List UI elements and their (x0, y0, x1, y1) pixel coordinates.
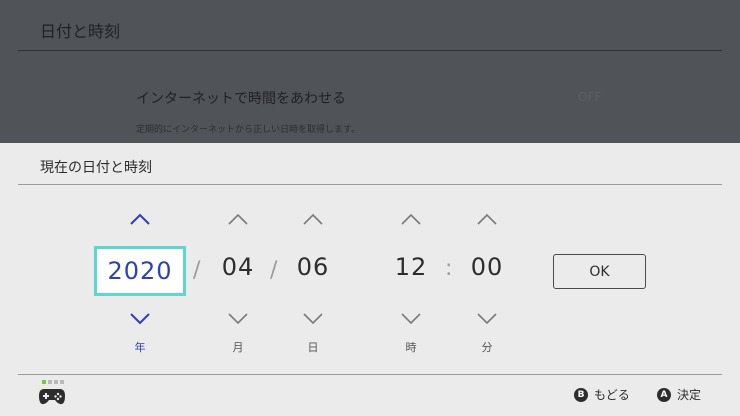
player-light-2 (48, 380, 52, 384)
confirm-label: 決定 (677, 388, 702, 402)
player-light-3 (54, 380, 58, 384)
background-page-title: 日付と時刻 (40, 22, 121, 41)
player-light-4 (60, 380, 64, 384)
back-hint[interactable]: B もどる (574, 386, 630, 403)
panel-divider (18, 184, 722, 185)
minute-decrement-chevron-down-icon[interactable] (442, 312, 532, 328)
confirm-hint[interactable]: A 決定 (657, 386, 701, 403)
year-decrement-chevron-down-icon[interactable] (95, 312, 185, 328)
day-unit-label: 日 (307, 341, 319, 354)
controller-icon (38, 386, 66, 410)
player-light-1 (42, 380, 46, 384)
ok-button[interactable]: OK (553, 254, 646, 289)
internet-time-setting-description: 定期的にインターネットから正しい日時を取得します。 (136, 125, 361, 135)
day-field[interactable]: 06 日 (268, 212, 358, 362)
minute-increment-chevron-up-icon[interactable] (442, 212, 532, 228)
internet-time-setting-value: OFF (578, 90, 602, 104)
year-unit-label: 年 (134, 341, 146, 354)
a-button-icon: A (657, 387, 671, 402)
back-label: もどる (594, 388, 630, 402)
day-value[interactable]: 06 (268, 242, 358, 292)
internet-time-setting-label: インターネットで時間をあわせる (136, 91, 346, 107)
year-value[interactable]: 2020 (94, 246, 186, 296)
minute-value[interactable]: 00 (442, 242, 532, 292)
background-settings-page: 日付と時刻 インターネットで時間をあわせる OFF 定期的にインターネットから正… (0, 0, 740, 143)
panel-title: 現在の日付と時刻 (40, 160, 152, 176)
b-button-icon: B (574, 387, 588, 402)
controller-indicator-lights (42, 380, 64, 384)
minute-unit-label: 分 (481, 341, 493, 354)
background-divider (18, 50, 722, 51)
day-increment-chevron-up-icon[interactable] (268, 212, 358, 228)
day-decrement-chevron-down-icon[interactable] (268, 312, 358, 328)
minute-field[interactable]: 00 分 (442, 212, 532, 362)
footer-divider (18, 374, 722, 375)
year-increment-chevron-up-icon[interactable] (95, 212, 185, 228)
